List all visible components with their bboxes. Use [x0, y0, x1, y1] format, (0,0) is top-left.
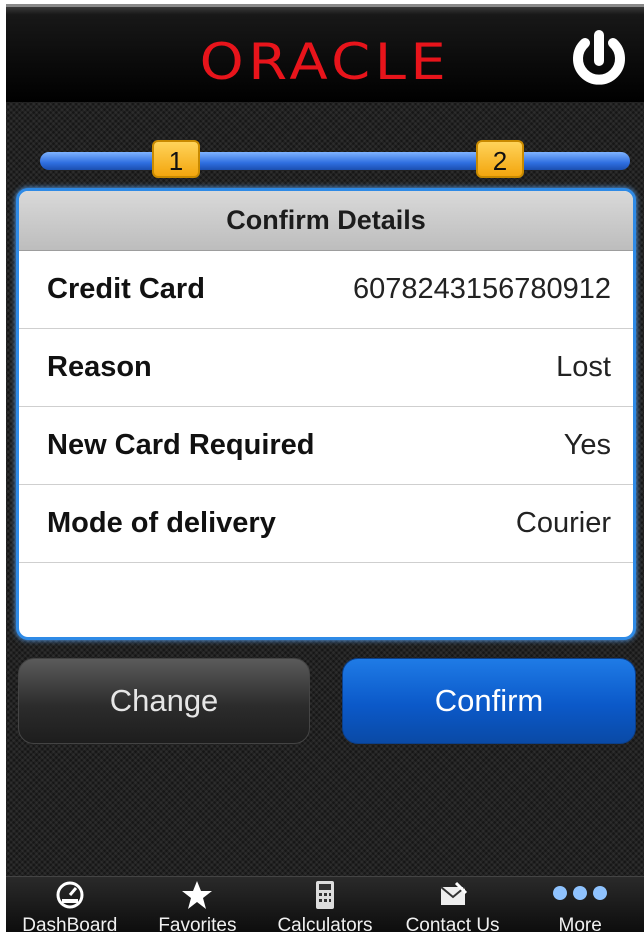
detail-value: Yes [563, 429, 611, 461]
step-1-badge: 1 [152, 140, 200, 178]
detail-value: Lost [556, 351, 611, 383]
panel-title: Confirm Details [19, 191, 633, 251]
confirm-details-panel: Confirm Details Credit Card 607824315678… [16, 188, 636, 640]
app-frame: ORACLE 1 2 Confirm Details Credit Card 6… [6, 4, 644, 932]
tab-label: More [558, 915, 602, 932]
detail-label: Reason [47, 351, 152, 383]
step-2-badge: 2 [476, 140, 524, 178]
bottom-tab-bar: DashBoard Favorites Calculators Contact … [6, 876, 644, 932]
detail-value: Courier [515, 507, 611, 539]
detail-row-mode-of-delivery: Mode of delivery Courier [19, 485, 633, 563]
detail-row-new-card-required: New Card Required Yes [19, 407, 633, 485]
top-bar: ORACLE [6, 4, 644, 102]
detail-label: New Card Required [47, 429, 315, 461]
tab-label: Favorites [158, 915, 237, 932]
detail-label: Mode of delivery [47, 507, 276, 539]
change-button[interactable]: Change [18, 658, 310, 744]
confirm-button[interactable]: Confirm [342, 658, 636, 744]
tab-dashboard[interactable]: DashBoard [6, 877, 134, 932]
step-indicator: 1 2 [6, 140, 644, 188]
detail-row-credit-card: Credit Card 6078243156780912 [19, 251, 633, 329]
calculator-icon [315, 881, 334, 909]
tab-favorites[interactable]: Favorites [134, 877, 262, 932]
step-track [40, 152, 630, 170]
star-icon [182, 881, 213, 909]
tab-label: DashBoard [22, 915, 118, 932]
dashboard-icon [56, 881, 84, 909]
oracle-logo: ORACLE [199, 33, 451, 91]
power-icon[interactable] [566, 27, 632, 93]
more-icon [553, 886, 608, 900]
detail-value: 6078243156780912 [352, 273, 611, 305]
tab-label: Calculators [277, 915, 373, 932]
detail-label: Credit Card [47, 273, 205, 305]
tab-calculators[interactable]: Calculators [261, 877, 389, 932]
tab-more[interactable]: More [516, 877, 644, 932]
tab-contact-us[interactable]: Contact Us [389, 877, 517, 932]
mail-icon [439, 881, 467, 905]
detail-row-reason: Reason Lost [19, 329, 633, 407]
tab-label: Contact Us [405, 915, 500, 932]
